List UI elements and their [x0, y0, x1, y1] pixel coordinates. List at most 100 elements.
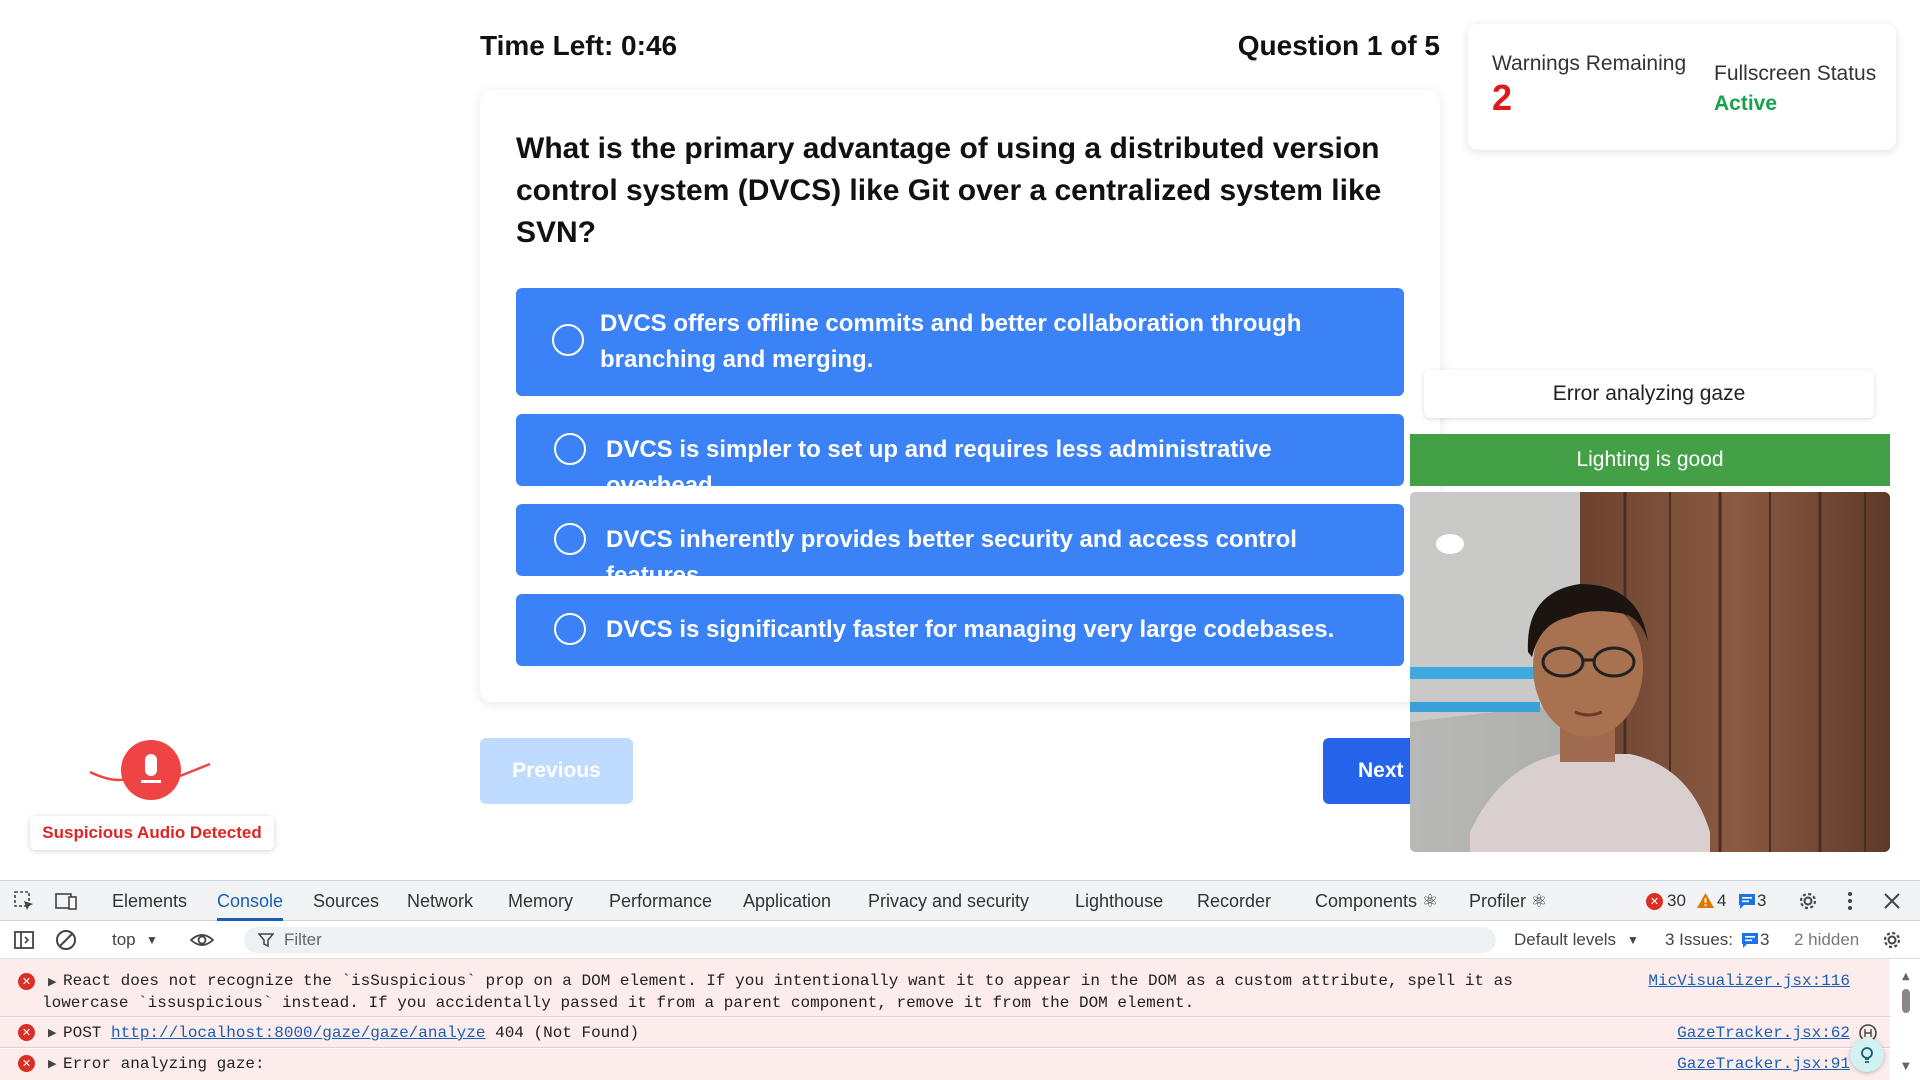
tab-sources[interactable]: Sources	[313, 881, 379, 921]
answer-option-label: DVCS is simpler to set up and requires l…	[606, 436, 1272, 499]
tab-memory[interactable]: Memory	[508, 881, 573, 921]
fullscreen-status: Fullscreen Status Active	[1714, 62, 1876, 116]
error-count[interactable]: 30	[1667, 881, 1686, 921]
radio-icon[interactable]	[552, 324, 584, 356]
gaze-status-message: Error analyzing gaze	[1424, 370, 1874, 418]
console-toolbar: top ▼ Filter Default levels ▼ 3 Issues: …	[0, 921, 1920, 959]
fullscreen-label: Fullscreen Status	[1714, 62, 1877, 85]
audio-monitor: Suspicious Audio Detected	[30, 734, 274, 850]
warnings-remaining: Warnings Remaining 2	[1492, 52, 1686, 116]
log-levels-dropdown[interactable]: Default levels	[1514, 930, 1616, 950]
warning-count[interactable]: 4	[1717, 881, 1726, 921]
ai-assistance-button[interactable]	[1850, 1038, 1884, 1072]
error-icon: ✕	[18, 973, 35, 990]
issues-label[interactable]: 3 Issues:	[1665, 930, 1733, 950]
webcam-feed	[1410, 492, 1890, 852]
scroll-down-icon[interactable]: ▼	[1902, 1061, 1910, 1072]
gaze-tracker-panel: Error analyzing gaze Lighting is good	[1410, 352, 1892, 854]
answer-option-2[interactable]: DVCS is simpler to set up and requires l…	[516, 414, 1404, 499]
log-message-line: Error analyzing gaze:	[63, 1055, 265, 1073]
suspicious-audio-label: Suspicious Audio Detected	[30, 816, 274, 850]
tab-console[interactable]: Console	[217, 881, 284, 921]
tab-lighthouse[interactable]: Lighthouse	[1075, 881, 1163, 921]
console-scrollbar[interactable]: ▲ ▼	[1900, 971, 1912, 1080]
answer-option-label: DVCS offers offline commits and better c…	[600, 310, 1302, 373]
previous-button[interactable]: Previous	[480, 738, 633, 804]
settings-gear-icon[interactable]	[1796, 889, 1820, 913]
webcam-image	[1410, 492, 1890, 852]
error-icon: ✕	[18, 1055, 35, 1072]
fullscreen-value: Active	[1714, 92, 1778, 115]
sidebar-toggle-icon[interactable]	[12, 928, 36, 952]
expand-triangle-icon[interactable]: ▶	[48, 975, 56, 988]
eye-icon[interactable]	[190, 928, 214, 952]
log-message-line: POST http://localhost:8000/gaze/gaze/ana…	[63, 1024, 639, 1042]
hidden-count: 2 hidden	[1794, 930, 1860, 949]
question-text: What is the primary advantage of using a…	[516, 132, 1382, 249]
tab-profiler[interactable]: Profiler ⚛	[1469, 881, 1547, 921]
device-toolbar-icon[interactable]	[54, 889, 78, 913]
scrollbar-thumb[interactable]	[1902, 989, 1910, 1013]
log-source-link[interactable]: MicVisualizer.jsx:116	[1648, 972, 1850, 990]
tab-application[interactable]: Application	[743, 881, 831, 921]
question-card: What is the primary advantage of using a…	[480, 90, 1440, 702]
tab-components[interactable]: Components ⚛	[1315, 881, 1438, 921]
http-method: POST	[63, 1024, 102, 1042]
question-counter: Question 1 of 5	[1237, 30, 1440, 61]
warnings-value: 2	[1492, 77, 1513, 118]
tab-privacy-security[interactable]: Privacy and security	[868, 881, 1029, 921]
expand-triangle-icon[interactable]: ▶	[48, 1057, 56, 1070]
answer-option-1[interactable]: DVCS offers offline commits and better c…	[516, 288, 1404, 396]
inspect-element-icon[interactable]	[12, 889, 36, 913]
log-message-line: React does not recognize the `isSuspicio…	[63, 972, 1513, 990]
more-options-icon[interactable]	[1838, 889, 1862, 913]
answer-option-4[interactable]: DVCS is significantly faster for managin…	[516, 594, 1404, 666]
scroll-up-icon[interactable]: ▲	[1902, 971, 1910, 982]
answer-option-label: DVCS is significantly faster for managin…	[606, 616, 1335, 643]
answer-option-3[interactable]: DVCS inherently provides better security…	[516, 504, 1404, 589]
console-error-row[interactable]: ✕ ▶ POST http://localhost:8000/gaze/gaze…	[0, 1018, 1890, 1048]
tab-recorder[interactable]: Recorder	[1197, 881, 1271, 921]
error-icon: ✕	[18, 1024, 35, 1041]
lighting-status: Lighting is good	[1410, 434, 1890, 486]
tab-network[interactable]: Network	[407, 881, 473, 921]
issues-count[interactable]: 3	[1760, 930, 1769, 950]
devtools-tabbar: Elements Console Sources Network Memory …	[0, 881, 1920, 921]
message-count[interactable]: 3	[1757, 881, 1766, 921]
context-selector[interactable]: top	[112, 930, 136, 950]
devtools-panel: Elements Console Sources Network Memory …	[0, 880, 1920, 1080]
mic-icon	[89, 740, 211, 800]
tab-performance[interactable]: Performance	[609, 881, 712, 921]
lightbulb-icon	[1861, 1047, 1873, 1063]
console-error-row[interactable]: ✕ ▶ Error analyzing gaze: GazeTracker.js…	[0, 1049, 1890, 1080]
radio-icon[interactable]	[554, 613, 586, 645]
answer-option-label: DVCS inherently provides better security…	[606, 526, 1297, 589]
log-source-link[interactable]: GazeTracker.jsx:62	[1677, 1024, 1850, 1042]
expand-triangle-icon[interactable]: ▶	[48, 1026, 56, 1039]
radio-icon[interactable]	[554, 523, 586, 555]
proctor-status-card: Warnings Remaining 2 Fullscreen Status A…	[1468, 24, 1896, 150]
warnings-label: Warnings Remaining	[1492, 52, 1687, 75]
http-status: 404 (Not Found)	[495, 1024, 640, 1042]
quiz-page: Time Left: 0:46 Question 1 of 5 Warnings…	[0, 0, 1920, 880]
error-count-icon: ✕	[1646, 893, 1663, 910]
radio-icon[interactable]	[554, 433, 586, 465]
console-settings-icon[interactable]	[1880, 928, 1904, 952]
console-error-row[interactable]: ✕ ▶ React does not recognize the `isSusp…	[0, 965, 1890, 1017]
close-icon[interactable]	[1880, 889, 1904, 913]
message-count-icon	[1739, 894, 1755, 909]
log-source-link[interactable]: GazeTracker.jsx:91	[1677, 1055, 1850, 1073]
request-url-link[interactable]: http://localhost:8000/gaze/gaze/analyze	[111, 1024, 485, 1042]
time-left: Time Left: 0:46	[480, 30, 678, 61]
quiz-header: Time Left: 0:46 Question 1 of 5	[480, 30, 1440, 70]
chevron-down-icon[interactable]: ▼	[146, 933, 158, 947]
chevron-down-icon[interactable]: ▼	[1627, 933, 1639, 947]
log-message-line: lowercase `issuspicious` instead. If you…	[42, 994, 1195, 1012]
warning-count-icon	[1697, 893, 1714, 908]
tab-elements[interactable]: Elements	[112, 881, 187, 921]
filter-icon	[258, 933, 274, 948]
clear-console-icon[interactable]	[54, 928, 78, 952]
issues-icon	[1742, 933, 1758, 948]
filter-input[interactable]: Filter	[244, 927, 1496, 953]
filter-placeholder: Filter	[284, 930, 322, 949]
